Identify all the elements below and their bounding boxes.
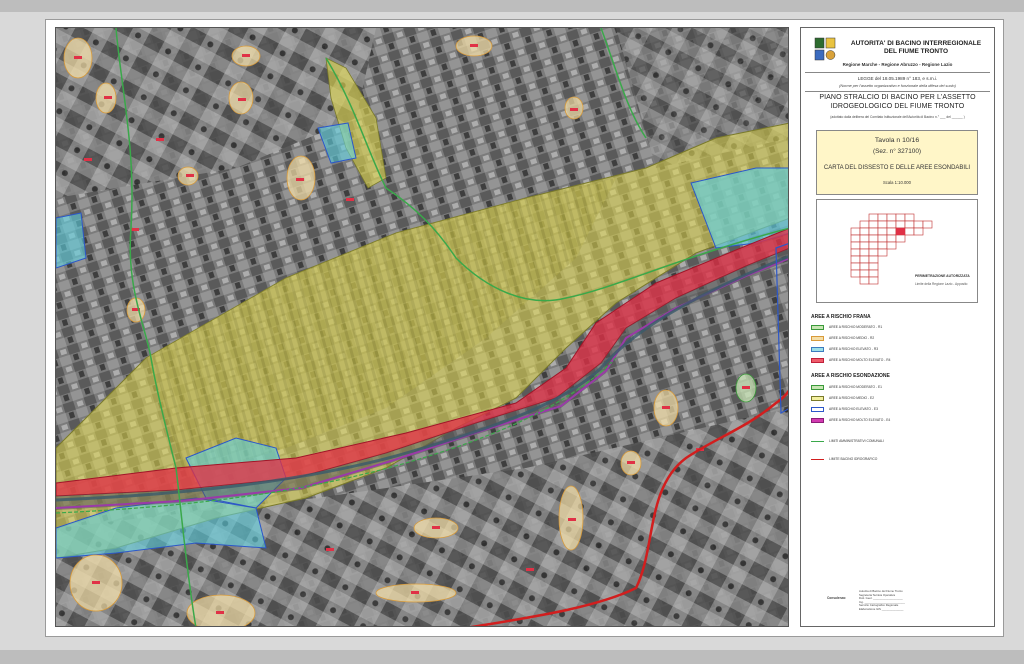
coat-of-arms-icon bbox=[814, 37, 836, 61]
swatch-e1 bbox=[811, 385, 824, 390]
map-title: CARTA DEL DISSESTO E DELLE AREE ESONDABI… bbox=[823, 165, 971, 171]
credits-label: Consulenza: bbox=[827, 596, 846, 600]
divider bbox=[805, 91, 990, 92]
legend-label: AREE A RISCHIO MEDIO - R2 bbox=[829, 336, 875, 340]
legend-item-r2: AREE A RISCHIO MEDIO - R2 bbox=[811, 336, 991, 342]
section-number: (Sez. n° 327100) bbox=[872, 148, 922, 155]
swatch-r1 bbox=[811, 325, 824, 330]
swatch-r4 bbox=[811, 358, 824, 363]
swatch-r3 bbox=[811, 347, 824, 352]
legend-item-e2: AREE A RISCHIO MEDIO - E2 bbox=[811, 396, 991, 402]
plan-title: PIANO STRALCIO DI BACINO PER L'ASSETTO I… bbox=[819, 94, 976, 110]
title-block: AUTORITA' DI BACINO INTERREGIONALE DEL F… bbox=[801, 28, 994, 119]
credit-line: Elaborazione GIS ______________ bbox=[859, 606, 904, 611]
legend-label: AREE A RISCHIO ELEVATO - E3 bbox=[829, 407, 878, 411]
law-note: (Norme per l'assetto organizzativo e fun… bbox=[839, 84, 956, 88]
law-reference: LEGGE del 18.05.1989 n° 183, e s.m.i. bbox=[857, 76, 938, 81]
legend-item-r1: AREE A RISCHIO MODERATO - R1 bbox=[811, 325, 991, 331]
legend-item-r4: AREE A RISCHIO MOLTO ELEVATO - R4 bbox=[811, 358, 991, 364]
sheet-index-grid bbox=[850, 213, 933, 285]
line-swatch-red bbox=[811, 459, 824, 460]
legend-item-basin-limit: LIMITE BACINO IDROGRAFICO bbox=[811, 457, 991, 463]
orthophoto-map[interactable] bbox=[55, 27, 789, 627]
legend-frana-title: AREE A RISCHIO FRANA bbox=[811, 314, 871, 320]
legend-label: AREE A RISCHIO MODERATO - R1 bbox=[829, 325, 883, 329]
legend-panel: AUTORITA' DI BACINO INTERREGIONALE DEL F… bbox=[800, 27, 995, 627]
legend-item-e1: AREE A RISCHIO MODERATO - E1 bbox=[811, 385, 991, 391]
swatch-e2 bbox=[811, 396, 824, 401]
area-risk-e3-nw bbox=[56, 212, 87, 269]
legend-label: LIMITI AMMINISTRATIVI COMUNALI bbox=[829, 439, 884, 443]
plan-subtitle: (adottato dalla delibera del Comitato Is… bbox=[830, 115, 965, 119]
legend-item-r3: AREE A RISCHIO ELEVATO - R3 bbox=[811, 347, 991, 353]
index-sublabel: Limite della Regione Lazio - Apposito bbox=[915, 282, 968, 286]
line-swatch-green bbox=[811, 441, 824, 442]
index-label: PERIMETRAZIONE AUTORIZZATA bbox=[915, 274, 970, 278]
divider bbox=[805, 72, 990, 73]
legend-label: LIMITE BACINO IDROGRAFICO bbox=[829, 457, 878, 461]
sheet-info-box: Tavola n 10/16 (Sez. n° 327100) CARTA DE… bbox=[816, 130, 978, 195]
current-sheet-marker bbox=[896, 228, 905, 235]
legend-item-e3: AREE A RISCHIO ELEVATO - E3 bbox=[811, 407, 991, 413]
sheet-index-map[interactable]: PERIMETRAZIONE AUTORIZZATA Limite della … bbox=[816, 199, 978, 303]
legend-item-admin-limits: LIMITI AMMINISTRATIVI COMUNALI bbox=[811, 439, 991, 445]
viewer-bottom-bar bbox=[0, 650, 1024, 664]
map-scale: Scala 1:10.000 bbox=[883, 180, 911, 185]
legend-label: AREE A RISCHIO ELEVATO - R3 bbox=[829, 347, 879, 351]
legend-label: AREE A RISCHIO MEDIO - E2 bbox=[829, 396, 875, 400]
legend-item-e4: AREE A RISCHIO MOLTO ELEVATO - E4 bbox=[811, 418, 991, 424]
regions-line: Regione Marche - Regione Abruzzo - Regio… bbox=[842, 62, 953, 67]
legend-esondazione-title: AREE A RISCHIO ESONDAZIONE bbox=[811, 373, 890, 379]
swatch-e3 bbox=[811, 407, 824, 412]
viewer-top-bar bbox=[0, 0, 1024, 12]
legend-label: AREE A RISCHIO MOLTO ELEVATO - E4 bbox=[829, 418, 891, 422]
legend-label: AREE A RISCHIO MODERATO - E1 bbox=[829, 385, 883, 389]
credits-list: Autorita di Bacino del Fiume Tronto Segr… bbox=[859, 589, 979, 612]
sheet-number: Tavola n 10/16 bbox=[874, 137, 920, 144]
authority-name: AUTORITA' DI BACINO INTERREGIONALE DEL F… bbox=[850, 40, 982, 55]
swatch-r2 bbox=[811, 336, 824, 341]
swatch-e4 bbox=[811, 418, 824, 423]
legend-label: AREE A RISCHIO MOLTO ELEVATO - R4 bbox=[829, 358, 891, 362]
